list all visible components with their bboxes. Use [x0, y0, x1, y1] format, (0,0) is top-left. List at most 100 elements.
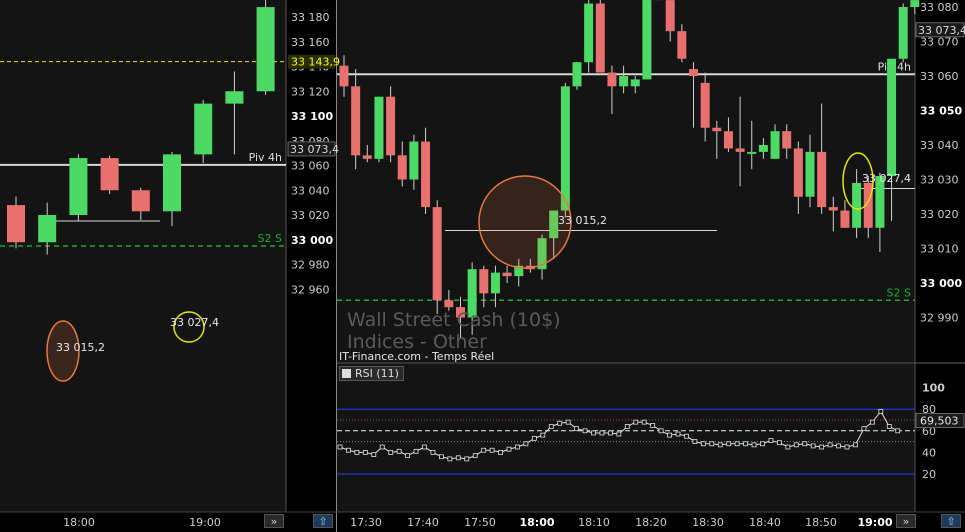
- rsi-point: [650, 422, 656, 428]
- right-x-tick-label: 17:40: [407, 516, 439, 529]
- rsi-point: [785, 444, 791, 450]
- candle-bearish: [595, 3, 605, 73]
- right-y-tick-label: 33 020: [920, 208, 959, 221]
- right-y-tick-label: 33 070: [920, 36, 959, 49]
- rsi-point: [506, 446, 512, 452]
- rsi-indicator-tag[interactable]: RSI (11): [339, 366, 404, 381]
- rsi-point: [531, 435, 537, 441]
- rsi-point: [540, 432, 546, 438]
- rsi-point: [692, 439, 698, 445]
- candle-bearish: [386, 96, 396, 156]
- left-y-tick-label: 33 040: [291, 184, 330, 197]
- rsi-point: [371, 452, 377, 457]
- candle-bullish: [409, 141, 419, 180]
- right-x-tick-label: 17:50: [464, 516, 496, 529]
- candle-bullish: [374, 96, 384, 159]
- candle-bearish: [397, 155, 407, 180]
- rsi-y-tick-label: 100: [922, 382, 945, 395]
- rsi-point: [354, 449, 360, 455]
- rsi-point: [388, 449, 394, 455]
- rsi-point: [337, 444, 343, 450]
- left-x-tick-label: 18:00: [63, 516, 95, 529]
- rsi-point: [565, 419, 571, 425]
- price-tag-last: 33 073,4: [918, 24, 965, 37]
- rsi-last-value: 69,503: [920, 415, 959, 428]
- candle-bullish: [642, 0, 652, 80]
- candle-bearish: [607, 72, 617, 87]
- rsi-point: [667, 432, 672, 438]
- left-y-tick-label: 33 060: [291, 160, 330, 173]
- candle-bearish: [444, 300, 454, 308]
- right-x-tick-label: 17:30: [350, 516, 382, 529]
- left-y-tick-label: 33 020: [291, 209, 330, 222]
- candle-bullish: [910, 0, 920, 7]
- candle-bullish: [69, 158, 88, 215]
- left-y-tick-label: 33 160: [291, 36, 330, 49]
- price-tag-alert: 33 143,9: [291, 56, 340, 69]
- pivot-4h-label: Piv 4h: [249, 151, 282, 164]
- left-y-tick-label: 33 120: [291, 85, 330, 98]
- candle-bullish: [194, 103, 213, 155]
- candle-bullish: [163, 154, 181, 212]
- right-chart-scroll-right-button[interactable]: »: [896, 514, 916, 528]
- rsi-point: [861, 426, 867, 432]
- rsi-point: [793, 442, 799, 448]
- right-x-tick-label: 18:30: [692, 516, 724, 529]
- candle-bullish: [490, 272, 500, 294]
- candle-bearish: [828, 207, 838, 211]
- instrument-watermark-line1: Wall Street Cash (10$): [347, 309, 561, 331]
- left-axis-corner-button[interactable]: ⇧: [313, 514, 333, 528]
- rsi-point: [498, 449, 503, 455]
- level-33015-label: 33 015,2: [558, 214, 607, 227]
- right-y-tick-label: 33 060: [920, 70, 959, 83]
- rsi-color-swatch: [342, 369, 351, 378]
- rsi-point: [557, 420, 563, 426]
- price-tag-last: 33 073,4: [290, 143, 339, 156]
- rsi-point: [641, 419, 647, 425]
- rsi-title: RSI (11): [355, 367, 399, 380]
- candle-bullish: [572, 62, 582, 87]
- chart-canvas: 33 18033 16033 14033 12033 10033 08033 0…: [0, 0, 965, 532]
- rsi-point: [591, 430, 596, 436]
- candle-bearish: [7, 205, 25, 243]
- left-chart-scroll-right-button[interactable]: »: [264, 514, 284, 528]
- rsi-point: [827, 442, 833, 448]
- left-y-tick-label: 33 180: [291, 11, 330, 24]
- rsi-point: [548, 424, 554, 429]
- rsi-point: [743, 441, 748, 447]
- candle-bullish: [887, 58, 897, 177]
- right-y-tick-label: 33 050: [920, 105, 962, 118]
- rsi-point: [523, 441, 529, 447]
- candle-bearish: [677, 31, 687, 59]
- right-y-tick-label: 33 030: [920, 174, 959, 187]
- candle-bearish: [817, 151, 827, 208]
- candle-bullish: [619, 76, 629, 87]
- rsi-point: [413, 448, 419, 454]
- candle-bearish: [700, 82, 710, 128]
- candle-bearish: [840, 210, 850, 228]
- rsi-point: [379, 444, 385, 450]
- rsi-point: [464, 456, 470, 462]
- rsi-plot-area: [337, 364, 915, 512]
- rsi-point: [869, 419, 875, 425]
- rsi-point: [700, 441, 706, 447]
- rsi-point: [717, 442, 723, 448]
- candle-bearish: [432, 207, 442, 301]
- candle-bullish: [584, 3, 594, 63]
- rsi-point: [574, 426, 579, 432]
- right-axis-corner-button[interactable]: ⇧: [941, 514, 961, 528]
- rsi-point: [599, 430, 605, 436]
- rsi-point: [455, 455, 461, 461]
- right-y-tick-label: 33 080: [920, 1, 959, 14]
- data-source-label: IT-Finance.com - Temps Réel: [339, 350, 495, 363]
- candle-bearish: [100, 158, 119, 191]
- level-33027-label: 33 027,4: [862, 172, 911, 185]
- left-y-tick-label: 33 000: [291, 234, 333, 247]
- rsi-point: [675, 431, 681, 437]
- left-y-tick-label: 32 960: [291, 283, 330, 296]
- annotation-label: 33 015,2: [56, 341, 105, 354]
- right-x-tick-label: 19:00: [857, 516, 892, 529]
- rsi-point: [515, 444, 520, 450]
- rsi-point: [853, 442, 858, 448]
- rsi-point: [734, 441, 740, 447]
